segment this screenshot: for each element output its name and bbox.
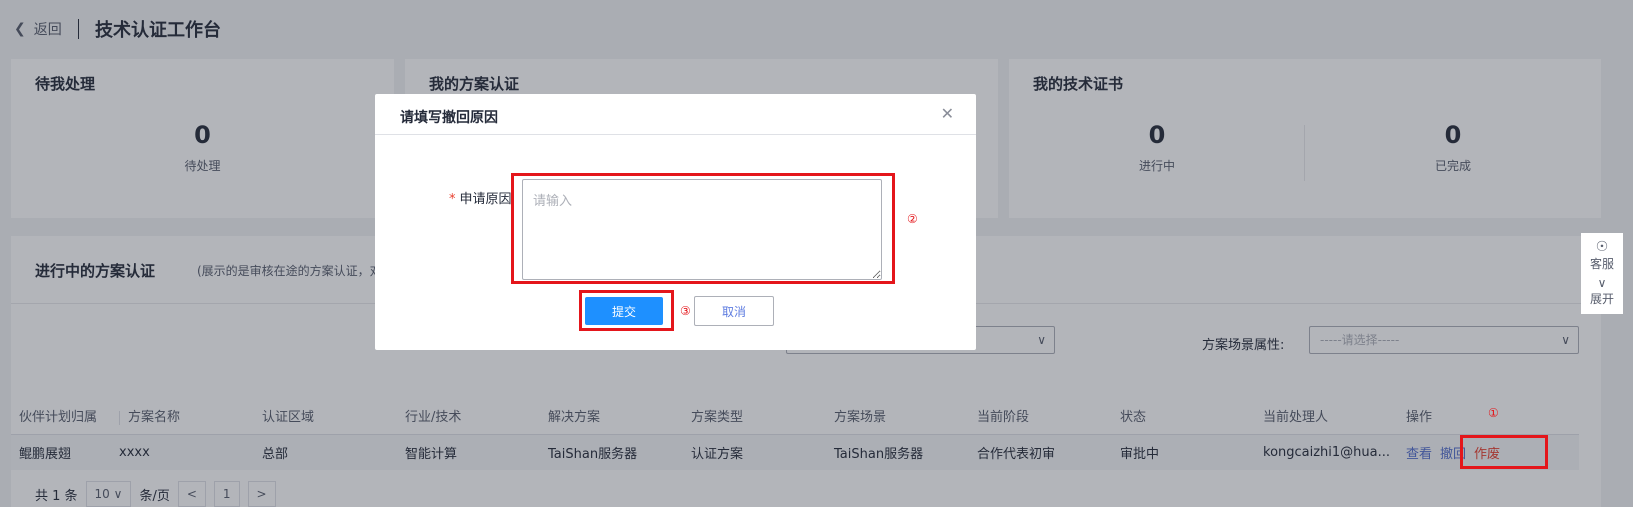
side-widget: ☉ 客服 ∨ 展开 [1581,233,1623,314]
close-icon[interactable]: ✕ [941,104,954,123]
annotation-box-actions [1460,435,1548,469]
annotation-two: ② [907,212,918,226]
annotation-box-submit [579,290,674,331]
chevron-down-icon: ∨ [1597,276,1607,290]
expand-label[interactable]: 展开 [1581,290,1623,307]
annotation-three: ③ [680,304,691,318]
cancel-button[interactable]: 取消 [694,296,774,326]
service-label[interactable]: 客服 [1581,255,1623,272]
required-mark: * [449,192,456,207]
dialog-title: 请填写撤回原因 [400,110,498,126]
annotation-box-textarea [511,173,895,284]
dialog-divider [375,134,976,135]
reason-label: * 申请原因 [449,192,512,207]
annotation-one: ① [1488,406,1499,420]
headset-icon[interactable]: ☉ [1581,239,1623,255]
